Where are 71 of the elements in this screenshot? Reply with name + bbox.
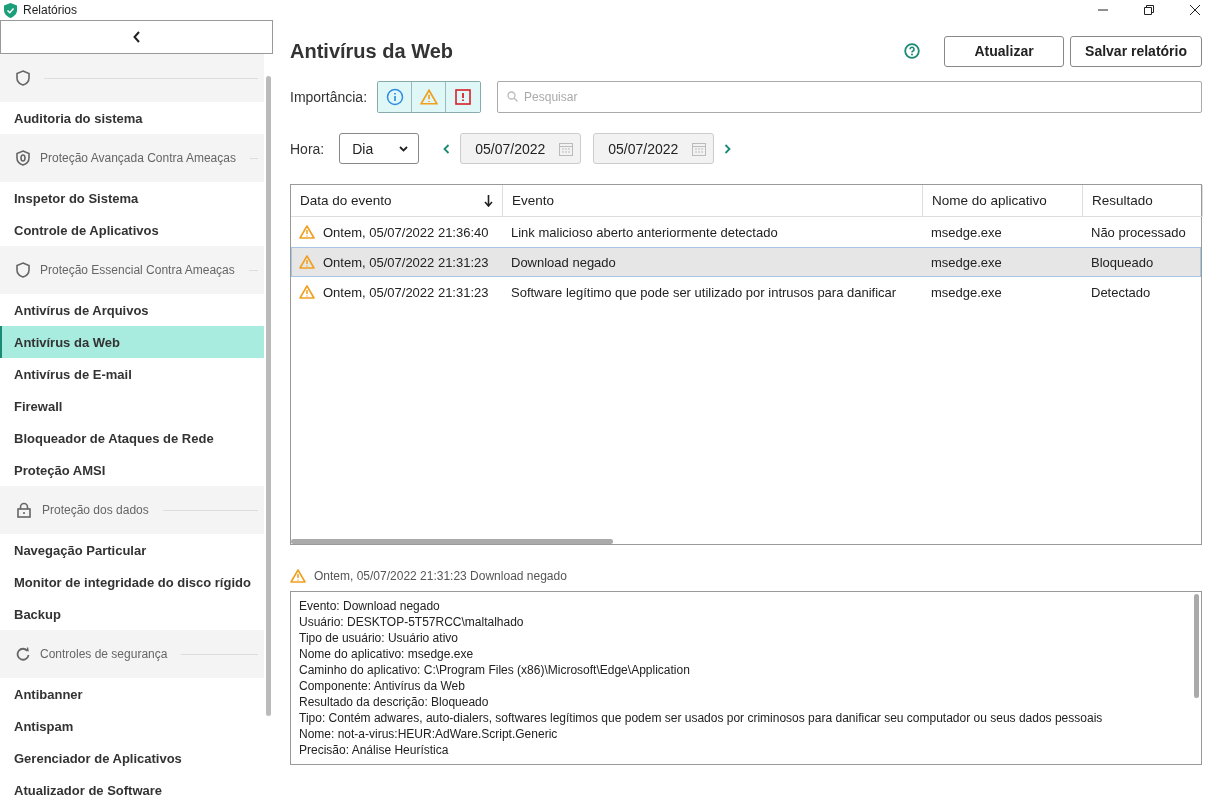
shield-icon <box>16 70 30 86</box>
detail-line: Precisão: Análise Heurística <box>299 742 450 758</box>
shield-icon <box>16 150 30 166</box>
page-title: Antivírus da Web <box>290 39 453 63</box>
detail-line: Tipo: Contém adwares, auto-dialers, softwares legítimos que podem ser usados por criminosos para danificar seu computador ou seus dados pessoais <box>299 710 1104 726</box>
restore-icon <box>1144 5 1154 15</box>
detail-line: Nome do aplicativo: msedge.exe <box>299 646 475 662</box>
detail-line: Usuário: DESKTOP-5T57RCC\maltalhado <box>299 614 525 630</box>
date-field[interactable]: 05/07/2022 <box>460 133 582 164</box>
detail-line: Tipo de usuário: Usuário ativo <box>299 630 459 646</box>
scrollbar-thumb[interactable] <box>266 76 271 716</box>
table-cell-text: msedge.exe <box>930 284 1003 300</box>
scrollbar-thumb[interactable] <box>291 539 613 544</box>
section-title: Proteção dos dados <box>42 503 149 517</box>
table-cell-text: Link malicioso aberto anteriormente detectado <box>510 224 779 240</box>
chevron-left-icon <box>132 31 141 43</box>
detail-line: Resultado da descrição: Bloqueado <box>299 694 490 710</box>
next-arrow-icon[interactable] <box>724 143 732 154</box>
app-logo-icon <box>4 2 17 18</box>
warning-icon <box>290 569 306 583</box>
table-cell: Ontem, 05/07/2022 21:36:40 <box>291 224 503 240</box>
lock-icon <box>16 502 32 518</box>
chevron-down-icon <box>399 145 409 152</box>
section-title: Controles de segurança <box>40 647 168 661</box>
warning-icon <box>299 255 315 269</box>
close-icon <box>1190 5 1200 15</box>
detail-line: Nome: not-a-virus:HEUR:AdWare.Script.Generic <box>299 726 559 742</box>
info-icon <box>385 88 404 106</box>
window-title: Relatórios <box>23 3 78 17</box>
detail-line: Evento: Download negado <box>299 598 441 614</box>
table-row[interactable]: Ontem, 05/07/2022 21:31:23 Download negado msedge.exe Bloqueado <box>291 247 1201 277</box>
sort-arrow-icon <box>484 194 493 207</box>
previous-arrow-icon[interactable] <box>443 143 451 154</box>
table-cell-text: msedge.exe <box>930 254 1003 270</box>
table-cell-text: Download negado <box>510 254 617 270</box>
detail-line: Componente: Antivírus da Web <box>299 678 466 694</box>
warning-filter-button[interactable] <box>412 82 447 112</box>
table-cell-text: Não processado <box>1090 224 1187 240</box>
section-title: Proteção Essencial Contra Ameaças <box>40 263 235 277</box>
table-cell: Ontem, 05/07/2022 21:31:23 <box>291 284 503 300</box>
calendar-icon[interactable] <box>558 140 575 157</box>
critical-filter-button[interactable] <box>446 82 481 112</box>
refresh-button[interactable]: Atualizar <box>944 35 1065 67</box>
shield-icon <box>16 262 30 278</box>
warning-icon <box>299 225 315 239</box>
period-dropdown[interactable]: Dia <box>339 133 420 164</box>
sidebar-item[interactable]: Antivírus da Web <box>0 326 264 358</box>
collapse-sidebar-button[interactable] <box>0 20 273 54</box>
table-cell-text: Software legítimo que pode ser utilizado por intrusos para danificar <box>510 284 898 300</box>
info-filter-button[interactable] <box>378 82 413 112</box>
exclamation-icon <box>455 89 472 105</box>
warning-icon <box>419 89 438 105</box>
help-icon[interactable] <box>904 43 921 59</box>
save-report-button[interactable]: Salvar relatório <box>1070 35 1202 67</box>
section-title: Proteção Avançada Contra Ameaças <box>40 151 236 165</box>
search-field[interactable]: Pesquisar <box>497 81 1202 113</box>
importance-label: Importância: <box>290 89 368 105</box>
details-heading: Ontem, 05/07/2022 21:31:23 Download negado <box>314 569 567 583</box>
date-field[interactable]: 05/07/2022 <box>593 133 715 164</box>
detail-line: Caminho do aplicativo: C:\Program Files (x86)\Microsoft\Edge\Application <box>299 662 691 678</box>
table-cell-text: msedge.exe <box>930 224 1003 240</box>
table-cell-text: Bloqueado <box>1090 254 1155 270</box>
scrollbar-thumb[interactable] <box>1194 594 1199 698</box>
minimize-icon <box>1098 9 1108 11</box>
time-label: Hora: <box>290 140 325 157</box>
table-cell-text: Detectado <box>1090 284 1152 300</box>
refresh-icon <box>16 646 30 662</box>
search-icon <box>507 91 519 102</box>
table-cell: Ontem, 05/07/2022 21:31:23 <box>291 254 503 270</box>
calendar-icon[interactable] <box>691 140 708 157</box>
warning-icon <box>299 285 315 299</box>
